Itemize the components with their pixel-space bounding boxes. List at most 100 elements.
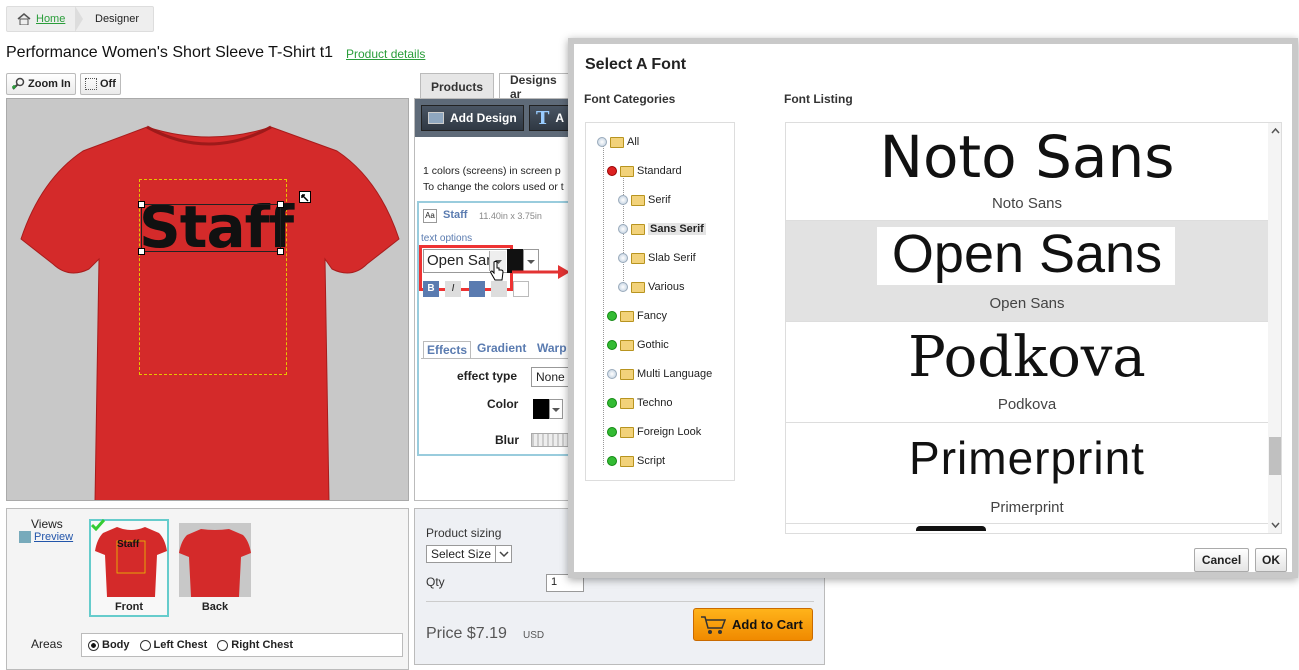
rotate-handle-icon[interactable] — [299, 191, 311, 203]
colors-info-line2: To change the colors used or t — [423, 181, 564, 193]
expand-plus-icon — [607, 398, 617, 408]
category-multi-language[interactable]: Multi Language — [607, 368, 712, 380]
font-dialog-title: Select A Font — [585, 56, 687, 73]
font-dialog: Select A Font Font Categories Font Listi… — [568, 38, 1298, 578]
resize-handle-tl[interactable] — [138, 201, 145, 208]
area-body-label: Body — [102, 639, 130, 651]
text-item-name: Staff — [443, 209, 468, 221]
view-front-label: Front — [114, 601, 144, 613]
tab-gradient[interactable]: Gradient — [477, 341, 526, 355]
grid-toggle-button[interactable]: Off — [80, 73, 121, 95]
zoom-in-icon — [12, 77, 25, 90]
font-option-noto-sans[interactable]: Noto Sans Noto Sans — [786, 123, 1268, 221]
area-right-chest[interactable]: Right Chest — [217, 639, 293, 651]
resize-handle-tr[interactable] — [277, 201, 284, 208]
font-listing: Noto Sans Noto Sans Open Sans Open Sans … — [785, 122, 1282, 534]
preview-link-label[interactable]: Preview — [34, 531, 73, 543]
add-to-cart-button[interactable]: Add to Cart — [693, 608, 813, 641]
font-list-scrollbar[interactable] — [1268, 123, 1281, 533]
text-item-size: 11.40in x 3.75in — [479, 211, 542, 221]
effect-color-swatch[interactable] — [533, 399, 549, 419]
cancel-button[interactable]: Cancel — [1194, 548, 1249, 572]
category-various[interactable]: Various — [618, 281, 684, 293]
folder-icon — [620, 455, 634, 467]
category-sans-serif-label: Sans Serif — [648, 223, 706, 235]
effect-color-label: Color — [487, 397, 519, 411]
category-fancy[interactable]: Fancy — [607, 310, 667, 322]
ok-button[interactable]: OK — [1255, 548, 1287, 572]
front-thumbnail-text: Staff — [117, 539, 140, 550]
font-option-podkova[interactable]: Podkova Podkova — [786, 322, 1268, 423]
image-icon — [428, 112, 444, 124]
font-option-open-sans[interactable]: Open Sans Open Sans — [786, 221, 1268, 322]
zoom-in-button[interactable]: Zoom In — [6, 73, 76, 95]
zoom-in-label: Zoom In — [28, 78, 71, 90]
breadcrumb-home-link[interactable]: Home — [7, 7, 75, 31]
category-slab-serif[interactable]: Slab Serif — [618, 252, 696, 264]
font-name: Open Sans — [989, 295, 1065, 312]
scroll-up-icon[interactable] — [1271, 127, 1280, 135]
scroll-down-icon[interactable] — [1271, 521, 1280, 529]
view-back[interactable]: Back — [175, 519, 255, 617]
resize-handle-br[interactable] — [277, 248, 284, 255]
category-gothic[interactable]: Gothic — [607, 339, 669, 351]
area-body[interactable]: Body — [88, 639, 130, 651]
product-details-link[interactable]: Product details — [346, 47, 425, 61]
folder-icon — [631, 223, 645, 235]
breadcrumb-current: Designer — [95, 13, 140, 25]
add-design-button[interactable]: Add Design — [421, 105, 524, 131]
selection-box[interactable] — [141, 204, 281, 252]
folder-icon — [620, 165, 634, 177]
folder-icon — [631, 252, 645, 264]
tree-node-icon — [618, 224, 628, 234]
areas-radio-group: Body Left Chest Right Chest — [81, 633, 403, 657]
align-center-button[interactable] — [491, 281, 507, 297]
italic-button[interactable]: I — [445, 281, 461, 297]
design-canvas[interactable]: Staff — [6, 98, 409, 501]
colors-info-line1: 1 colors (screens) in screen p — [423, 165, 561, 177]
views-panel: Views Preview Staff Front Back Areas Bod… — [6, 508, 409, 670]
view-back-label: Back — [201, 601, 229, 613]
font-sample: Primerprint — [909, 432, 1145, 484]
tab-effects[interactable]: Effects — [423, 341, 472, 358]
effect-color-dropdown[interactable] — [549, 399, 563, 419]
front-thumbnail — [95, 527, 167, 597]
cart-icon — [701, 615, 726, 634]
category-standard[interactable]: Standard — [607, 165, 682, 177]
breadcrumb-home-label[interactable]: Home — [36, 13, 65, 25]
qty-label: Qty — [426, 575, 445, 589]
tab-products[interactable]: Products — [420, 73, 494, 99]
category-foreign-look[interactable]: Foreign Look — [607, 426, 701, 438]
scrollbar-thumb[interactable] — [1269, 437, 1281, 475]
category-script[interactable]: Script — [607, 455, 665, 467]
resize-handle-bl[interactable] — [138, 248, 145, 255]
radio-icon — [217, 639, 229, 651]
font-row-partial — [786, 524, 1268, 533]
category-serif[interactable]: Serif — [618, 194, 671, 206]
tab-warp[interactable]: Warp — [537, 341, 567, 355]
preview-link[interactable]: Preview — [19, 531, 73, 543]
view-front[interactable]: Staff Front — [89, 519, 169, 617]
category-techno[interactable]: Techno — [607, 397, 672, 409]
radio-checked-icon — [88, 639, 99, 651]
divider — [426, 601, 814, 602]
folder-icon — [620, 397, 634, 409]
font-option-primerprint[interactable]: Primerprint Primerprint — [786, 423, 1268, 524]
add-design-label: Add Design — [450, 111, 517, 125]
size-dropdown-arrow[interactable] — [495, 546, 511, 562]
category-gothic-label: Gothic — [637, 339, 669, 351]
grid-checkbox-icon — [85, 78, 97, 90]
category-slab-serif-label: Slab Serif — [648, 252, 696, 264]
area-left-chest[interactable]: Left Chest — [139, 639, 208, 651]
font-sample: Podkova — [908, 325, 1146, 390]
align-right-button[interactable] — [513, 281, 529, 297]
category-all[interactable]: All — [597, 136, 639, 148]
area-left-chest-label: Left Chest — [153, 639, 208, 651]
folder-icon — [610, 136, 624, 148]
text-type-icon: Aa — [423, 209, 437, 223]
preview-icon — [19, 531, 31, 543]
category-sans-serif[interactable]: Sans Serif — [618, 223, 706, 235]
bold-button[interactable]: B — [423, 281, 439, 297]
align-left-button[interactable] — [469, 281, 485, 297]
tree-node-icon — [597, 137, 607, 147]
